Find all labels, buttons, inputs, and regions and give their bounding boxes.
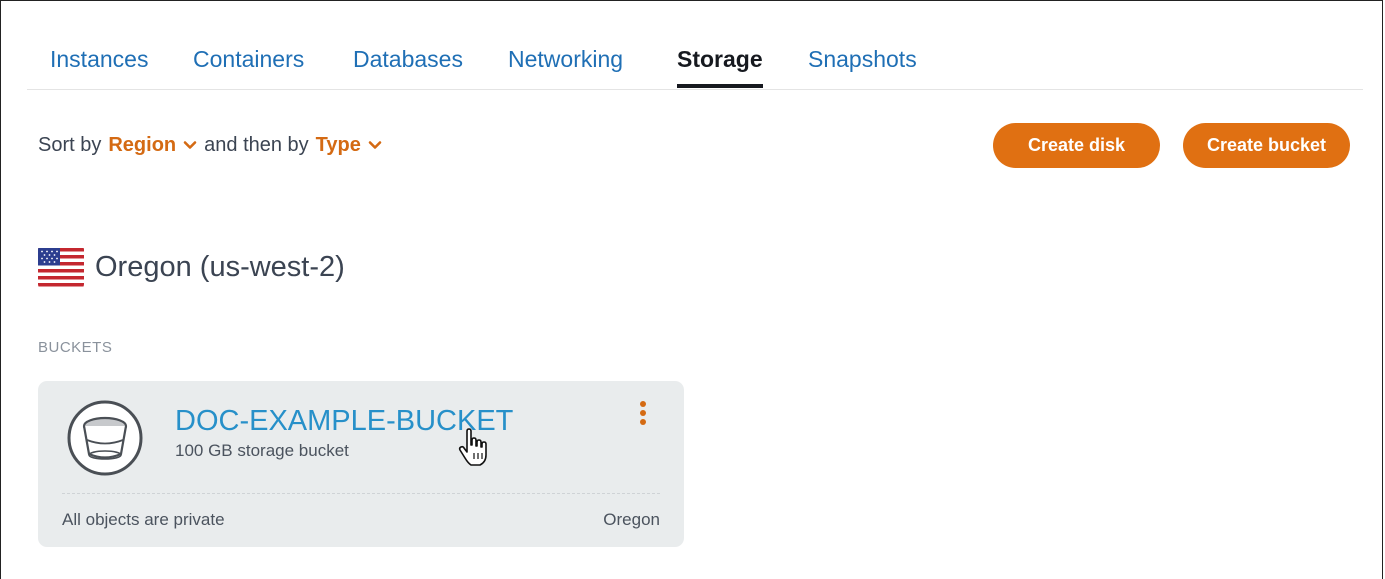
bucket-access-status: All objects are private: [62, 510, 225, 529]
sort-controls: Sort by Region and then by Type: [38, 134, 382, 157]
sort-region-label: Region: [108, 134, 177, 156]
sort-middle-label: and then by: [204, 134, 309, 156]
tab-databases[interactable]: Databases: [353, 46, 463, 73]
bucket-name-link[interactable]: DOC-EXAMPLE-BUCKET: [175, 405, 513, 438]
bucket-location: Oregon: [603, 510, 660, 529]
tab-storage[interactable]: Storage: [677, 46, 763, 88]
bucket-description: 100 GB storage bucket: [175, 441, 349, 460]
tab-snapshots[interactable]: Snapshots: [808, 46, 917, 73]
sort-type-dropdown[interactable]: Type: [316, 134, 382, 157]
us-flag-icon: [38, 244, 84, 290]
sort-prefix-label: Sort by: [38, 134, 102, 156]
create-bucket-button[interactable]: Create bucket: [1183, 123, 1350, 168]
bucket-card[interactable]: DOC-EXAMPLE-BUCKET 100 GB storage bucket…: [38, 381, 684, 547]
storage-nav-tabs: Instances Containers Databases Networkin…: [27, 0, 1363, 90]
card-divider: [62, 493, 660, 494]
create-disk-button[interactable]: Create disk: [993, 123, 1160, 168]
tab-networking[interactable]: Networking: [508, 46, 623, 73]
chevron-down-icon: [183, 140, 197, 149]
tab-instances[interactable]: Instances: [50, 46, 148, 73]
bucket-icon: [67, 400, 143, 476]
region-header: Oregon (us-west-2): [38, 244, 345, 290]
region-name: Oregon (us-west-2): [95, 250, 345, 283]
buckets-section-label: BUCKETS: [38, 339, 113, 356]
sort-region-dropdown[interactable]: Region: [108, 134, 197, 157]
sort-type-label: Type: [315, 134, 361, 156]
chevron-down-icon: [368, 140, 382, 149]
kebab-menu-icon[interactable]: [636, 401, 650, 427]
tab-containers[interactable]: Containers: [193, 46, 304, 73]
